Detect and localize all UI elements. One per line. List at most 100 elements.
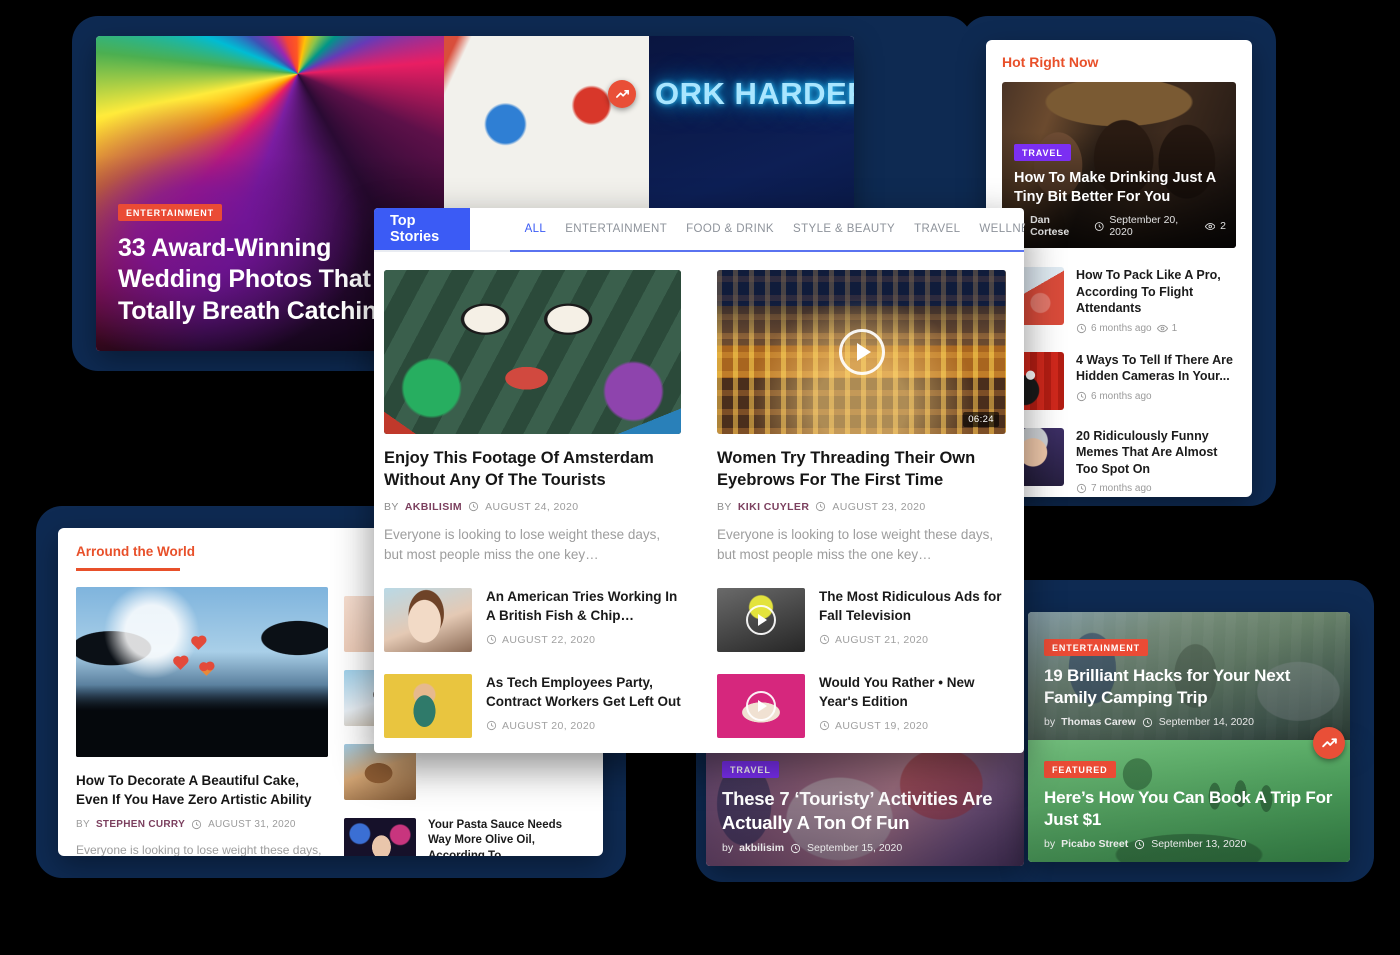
view-count: 2 xyxy=(1220,220,1226,232)
clock-icon xyxy=(486,634,497,645)
left-story-meta: BY AKBILISIM AUGUST 24, 2020 xyxy=(384,501,681,513)
play-icon[interactable] xyxy=(746,691,776,722)
relative-time: 7 months ago xyxy=(1091,483,1152,494)
tab-all[interactable]: ALL xyxy=(525,223,547,235)
publish-date: September 20, 2020 xyxy=(1109,214,1179,238)
play-icon[interactable] xyxy=(838,329,885,375)
list-item-title[interactable]: How To Pack Like A Pro, According To Fli… xyxy=(1076,267,1236,317)
right-story-title[interactable]: Women Try Threading Their Own Eyebrows F… xyxy=(717,448,1006,492)
camping-meta: by Thomas Carew September 14, 2020 xyxy=(1044,716,1338,728)
list-item-title[interactable]: As Tech Employees Party, Contract Worker… xyxy=(486,674,681,710)
list-item[interactable]: 4 Ways To Tell If There Are Hidden Camer… xyxy=(1002,343,1236,419)
heart-shape-icon xyxy=(200,662,213,676)
trending-up-icon[interactable] xyxy=(1313,727,1345,759)
tab-style-and-beauty[interactable]: STYLE & BEAUTY xyxy=(793,223,895,235)
mural-artwork xyxy=(384,270,681,434)
clock-icon xyxy=(1142,717,1153,728)
publish-date: September 15, 2020 xyxy=(807,842,903,854)
list-item[interactable]: Your Pasta Sauce Needs Way More Olive Oi… xyxy=(344,809,585,857)
list-item-title[interactable]: Would You Rather • New Year's Edition xyxy=(819,674,1006,710)
active-tab-underline xyxy=(510,250,1024,252)
list-item-title[interactable]: Your Pasta Sauce Needs Way More Olive Oi… xyxy=(428,818,585,857)
relative-time: 6 months ago xyxy=(1091,322,1152,334)
play-icon[interactable] xyxy=(746,605,776,636)
screenshot-stage: ENTERTAINMENT 33 Award-Winning Wedding P… xyxy=(0,0,1400,955)
trip-overlay: FEATURED Here’s How You Can Book A Trip … xyxy=(1044,760,1338,850)
list-item[interactable]: An American Tries Working In A British F… xyxy=(384,588,681,653)
heart-shape-icon xyxy=(174,656,187,670)
feature-meta: BY STEPHEN CURRY AUGUST 31, 2020 xyxy=(76,819,328,830)
left-story-title[interactable]: Enjoy This Footage Of Amsterdam Without … xyxy=(384,448,681,492)
left-story-image[interactable] xyxy=(384,270,681,434)
publish-date: AUGUST 31, 2020 xyxy=(208,818,296,830)
author-name[interactable]: Thomas Carew xyxy=(1061,716,1136,728)
clock-icon xyxy=(1094,221,1104,232)
top-stories-header: Top Stories ALL ENTERTAINMENT FOOD & DRI… xyxy=(374,208,1024,252)
list-item[interactable]: As Tech Employees Party, Contract Worker… xyxy=(384,674,681,739)
list-item-title[interactable]: The Most Ridiculous Ads for Fall Televis… xyxy=(819,588,1006,624)
author-name[interactable]: KIKI CUYLER xyxy=(738,501,810,513)
list-item[interactable]: Would You Rather • New Year's Edition AU… xyxy=(717,674,1006,739)
category-badge[interactable]: FEATURED xyxy=(1044,761,1116,779)
author-name[interactable]: AKBILISIM xyxy=(405,501,462,513)
clock-icon xyxy=(191,819,202,830)
around-the-world-feature-image xyxy=(76,586,328,757)
list-item[interactable]: The Most Ridiculous Ads for Fall Televis… xyxy=(717,588,1006,653)
trip-title[interactable]: Here’s How You Can Book A Trip For Just … xyxy=(1044,787,1338,830)
publish-date: September 14, 2020 xyxy=(1158,716,1254,728)
list-item[interactable]: 20 Ridiculously Funny Memes That Are Alm… xyxy=(1002,419,1236,498)
category-badge[interactable]: TRAVEL xyxy=(1014,144,1071,162)
author-name[interactable]: STEPHEN CURRY xyxy=(96,819,185,830)
neon-sign-text: ORK HARDER xyxy=(655,76,854,111)
clock-icon xyxy=(1076,323,1087,334)
top-stories-right-column: 06:24 Women Try Threading Their Own Eyeb… xyxy=(699,270,1024,739)
camping-title[interactable]: 19 Brilliant Hacks for Your Next Family … xyxy=(1044,665,1338,708)
right-story-meta: BY KIKI CUYLER AUGUST 23, 2020 xyxy=(717,501,1006,513)
category-badge[interactable]: ENTERTAINMENT xyxy=(118,203,223,221)
list-item-title[interactable]: 20 Ridiculously Funny Memes That Are Alm… xyxy=(1076,428,1236,478)
touristy-card[interactable]: TRAVEL These 7 ‘Touristy’ Activities Are… xyxy=(706,742,1024,866)
hot-items-list: How To Pack Like A Pro, According To Fli… xyxy=(1002,258,1236,497)
trending-up-icon[interactable] xyxy=(608,80,636,108)
top-stories-tag: Top Stories xyxy=(374,208,470,250)
hot-feature-card[interactable]: TRAVEL How To Make Drinking Just A Tiny … xyxy=(1002,82,1236,248)
tab-entertainment[interactable]: ENTERTAINMENT xyxy=(565,223,667,235)
around-the-world-feature[interactable]: How To Decorate A Beautiful Cake, Even I… xyxy=(76,586,328,856)
trip-meta: by Picabo Street September 13, 2020 xyxy=(1044,838,1338,850)
touristy-overlay: TRAVEL These 7 ‘Touristy’ Activities Are… xyxy=(722,760,1012,854)
author-name[interactable]: Picabo Street xyxy=(1061,838,1128,850)
by-label: by xyxy=(722,842,734,854)
eye-icon xyxy=(1156,323,1168,334)
list-item-meta: AUGUST 21, 2020 xyxy=(819,634,1006,646)
feature-title[interactable]: How To Decorate A Beautiful Cake, Even I… xyxy=(76,771,328,809)
list-item[interactable]: How To Pack Like A Pro, According To Fli… xyxy=(1002,258,1236,343)
clock-icon xyxy=(819,634,830,645)
left-story-excerpt: Everyone is looking to lose weight these… xyxy=(384,526,661,563)
list-item-title[interactable]: An American Tries Working In A British F… xyxy=(486,588,681,624)
category-badge[interactable]: ENTERTAINMENT xyxy=(1044,639,1149,657)
dark-thumb xyxy=(717,588,805,653)
list-item-meta: 7 months ago xyxy=(1076,483,1236,494)
tab-wellness[interactable]: WELLNESS xyxy=(979,223,1024,235)
category-badge[interactable]: TRAVEL xyxy=(722,761,779,779)
by-label: BY xyxy=(717,500,732,513)
touristy-meta: by akbilisim September 15, 2020 xyxy=(722,842,1012,854)
camping-card[interactable]: ENTERTAINMENT 19 Brilliant Hacks for You… xyxy=(1028,612,1350,740)
right-story-image[interactable]: 06:24 xyxy=(717,270,1006,434)
clock-icon xyxy=(819,720,830,731)
author-name[interactable]: Dan Cortese xyxy=(1030,214,1089,238)
touristy-title[interactable]: These 7 ‘Touristy’ Activities Are Actual… xyxy=(722,787,1012,834)
hot-right-now-panel: Hot Right Now TRAVEL How To Make Drinkin… xyxy=(986,40,1252,497)
pink-thumb xyxy=(717,674,805,739)
clock-icon xyxy=(468,501,479,512)
view-count: 1 xyxy=(1171,322,1178,334)
camping-overlay: ENTERTAINMENT 19 Brilliant Hacks for You… xyxy=(1044,638,1338,728)
tab-travel[interactable]: TRAVEL xyxy=(914,223,960,235)
tab-food-and-drink[interactable]: FOOD & DRINK xyxy=(686,223,774,235)
top-stories-left-column: Enjoy This Footage Of Amsterdam Without … xyxy=(374,270,699,739)
list-item-title[interactable]: 4 Ways To Tell If There Are Hidden Camer… xyxy=(1076,352,1236,385)
hot-feature-overlay: TRAVEL How To Make Drinking Just A Tiny … xyxy=(1014,143,1226,238)
trip-card[interactable]: FEATURED Here’s How You Can Book A Trip … xyxy=(1028,740,1350,862)
author-name[interactable]: akbilisim xyxy=(739,842,784,854)
hot-feature-title[interactable]: How To Make Drinking Just A Tiny Bit Bet… xyxy=(1014,169,1226,207)
